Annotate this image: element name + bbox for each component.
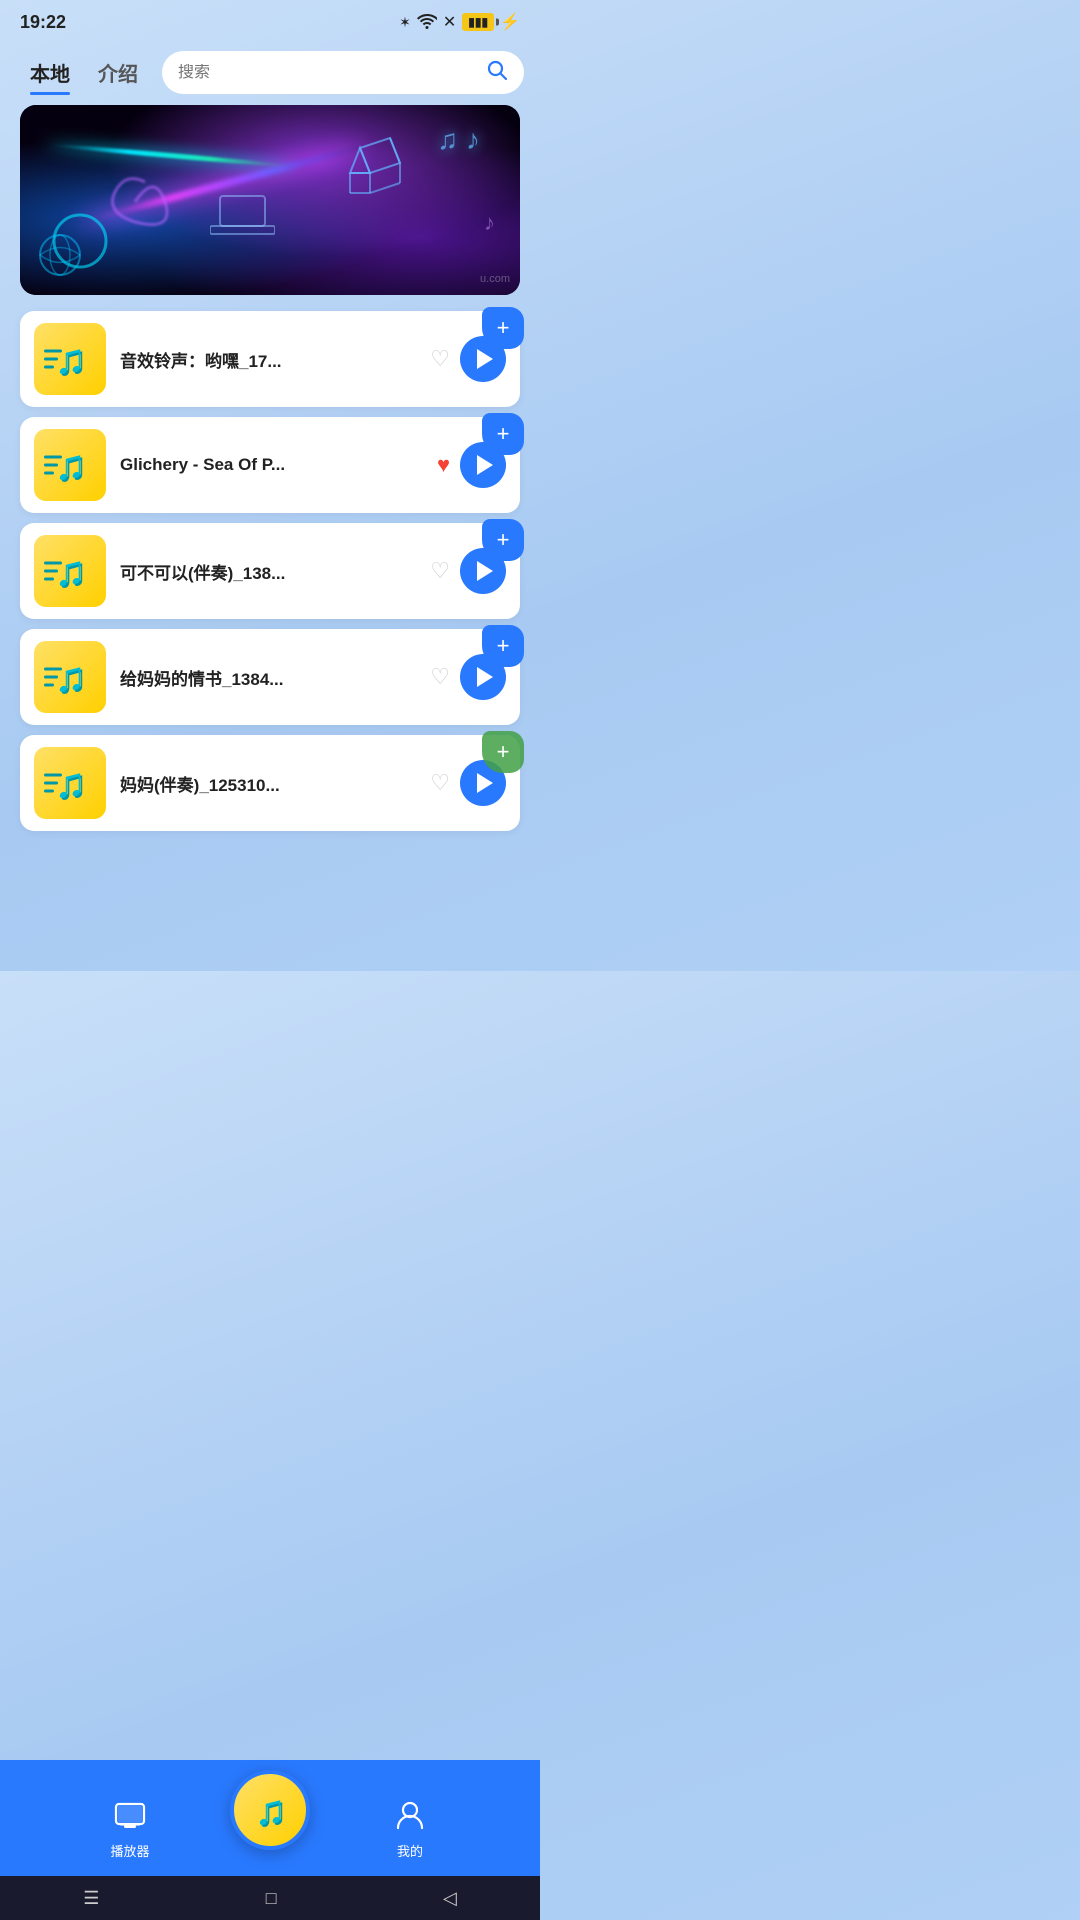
song-thumbnail-2: ♫	[34, 429, 106, 501]
song-thumbnail-1: ♫	[34, 323, 106, 395]
search-bar[interactable]	[162, 51, 524, 94]
song-title-5: 妈妈(伴奏)_125310...	[120, 771, 430, 796]
content-area: ♫ ♪ ♪	[0, 105, 540, 971]
nav-center-icon: ♫	[254, 1786, 286, 1834]
song-title-2: Glichery - Sea Of P...	[120, 455, 437, 475]
song-card-3: ♫ 可不可以(伴奏)_138... ♡ +	[20, 523, 520, 619]
tab-local[interactable]: 本地	[16, 50, 84, 95]
song-card-1: ♫ 音效铃声：哟嘿_17... ♡ +	[20, 311, 520, 407]
nav-player[interactable]: 播放器	[30, 1802, 230, 1860]
music-note-decoration-2: ♪	[484, 210, 495, 236]
banner-watermark: u.com	[480, 273, 510, 285]
bluetooth-icon: ✶	[399, 14, 411, 31]
add-btn-4[interactable]: +	[482, 625, 524, 667]
tab-bar: 本地 介绍	[0, 40, 540, 105]
like-btn-2[interactable]: ♥	[437, 452, 450, 478]
player-icon	[114, 1802, 146, 1837]
song-thumbnail-4: ♫	[34, 641, 106, 713]
song-thumbnail-5: ♫	[34, 747, 106, 819]
add-btn-3[interactable]: +	[482, 519, 524, 561]
search-input[interactable]	[178, 64, 478, 82]
song-list: ♫ 音效铃声：哟嘿_17... ♡ + ♫	[0, 311, 540, 831]
nav-center[interactable]: ♫	[230, 1770, 310, 1850]
song-title-4: 给妈妈的情书_1384...	[120, 665, 430, 690]
neon-ball	[35, 230, 85, 280]
nav-center-circle[interactable]: ♫	[230, 1770, 310, 1850]
charging-icon: ⚡	[500, 12, 520, 32]
battery-icon: ▮▮▮	[462, 13, 494, 31]
status-icons: ✶ ✕ ▮▮▮ ⚡	[399, 12, 520, 32]
song-card-2: ♫ Glichery - Sea Of P... ♥ +	[20, 417, 520, 513]
song-title-1: 音效铃声：哟嘿_17...	[120, 347, 430, 372]
like-btn-1[interactable]: ♡	[430, 346, 450, 372]
add-btn-5[interactable]: +	[482, 731, 524, 773]
add-btn-2[interactable]: +	[482, 413, 524, 455]
neon-cube	[340, 128, 410, 203]
add-btn-1[interactable]: +	[482, 307, 524, 349]
notification-icon: ✕	[443, 12, 456, 32]
tab-intro[interactable]: 介绍	[84, 50, 152, 95]
nav-player-label: 播放器	[110, 1841, 149, 1860]
neon-swirl	[95, 162, 175, 247]
nav-profile[interactable]: 我的	[310, 1800, 510, 1860]
banner: ♫ ♪ ♪	[20, 105, 520, 295]
neon-laptop	[210, 191, 275, 246]
status-bar: 19:22 ✶ ✕ ▮▮▮ ⚡	[0, 0, 540, 40]
search-icon[interactable]	[486, 59, 508, 86]
android-back-btn[interactable]: ◁	[443, 1888, 457, 1909]
nav-profile-label: 我的	[397, 1841, 423, 1860]
android-home-btn[interactable]: □	[266, 1888, 277, 1909]
status-time: 19:22	[20, 12, 66, 33]
android-menu-btn[interactable]: ☰	[83, 1888, 99, 1909]
like-btn-4[interactable]: ♡	[430, 664, 450, 690]
android-nav: ☰ □ ◁	[0, 1876, 540, 1920]
bottom-nav: 播放器 ♫ 我的	[0, 1760, 540, 1876]
profile-icon	[394, 1800, 426, 1837]
banner-inner: ♫ ♪ ♪	[20, 105, 520, 295]
song-card-4: ♫ 给妈妈的情书_1384... ♡ +	[20, 629, 520, 725]
song-title-3: 可不可以(伴奏)_138...	[120, 559, 430, 584]
song-thumbnail-3: ♫	[34, 535, 106, 607]
wifi-icon	[417, 13, 437, 32]
like-btn-3[interactable]: ♡	[430, 558, 450, 584]
music-note-decoration: ♫ ♪	[437, 124, 480, 156]
song-card-5: ♫ 妈妈(伴奏)_125310... ♡ +	[20, 735, 520, 831]
like-btn-5[interactable]: ♡	[430, 770, 450, 796]
